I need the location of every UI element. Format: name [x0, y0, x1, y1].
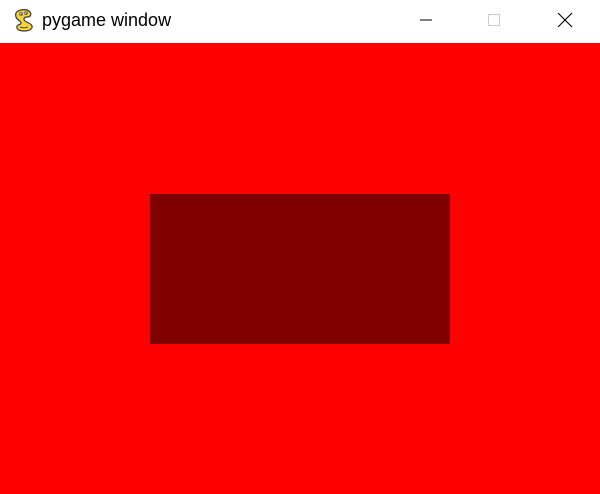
title-bar[interactable]: pygame window — [0, 0, 600, 43]
close-button[interactable] — [542, 0, 588, 40]
pygame-snake-icon[interactable] — [12, 8, 36, 32]
dark-red-rectangle — [150, 194, 450, 344]
maximize-button[interactable] — [471, 0, 517, 40]
game-canvas[interactable] — [0, 43, 600, 494]
minimize-icon — [419, 13, 433, 27]
minimize-button[interactable] — [403, 0, 449, 40]
pygame-window: pygame window — [0, 0, 600, 494]
maximize-icon — [487, 13, 501, 27]
close-icon — [557, 12, 573, 28]
window-title: pygame window — [42, 10, 172, 30]
